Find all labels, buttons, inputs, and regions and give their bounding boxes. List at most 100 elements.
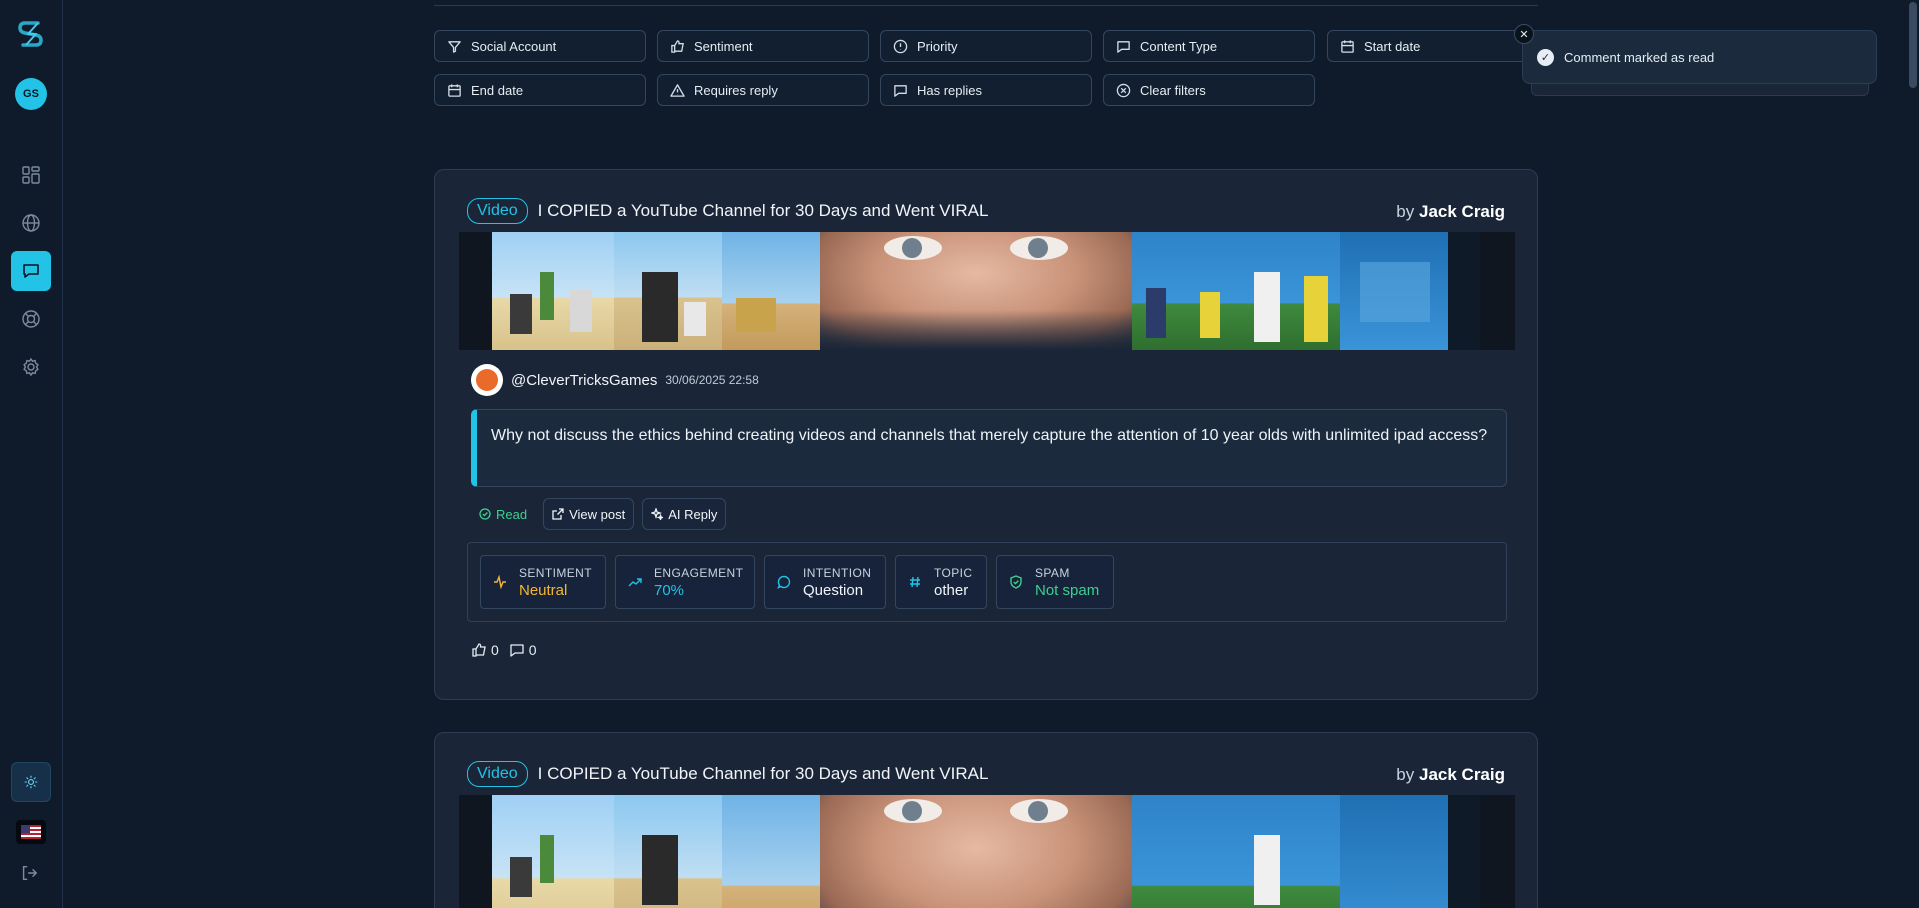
trending-up-icon — [628, 578, 642, 587]
metric-value: 70% — [654, 581, 685, 599]
stadium-scene-icon — [1340, 232, 1448, 350]
metric-label: INTENTION — [803, 565, 872, 580]
sun-icon — [24, 775, 38, 789]
message-square-icon — [894, 84, 907, 97]
calendar-icon — [1341, 39, 1354, 53]
metric-spam: SPAM Not spam — [996, 555, 1114, 609]
post-title[interactable]: I COPIED a YouTube Channel for 30 Days a… — [538, 764, 989, 784]
view-post-button[interactable]: View post — [543, 498, 635, 530]
toast-close-button[interactable]: ✕ — [1514, 24, 1534, 44]
filter-label: Clear filters — [1140, 82, 1206, 98]
filter-requires-reply[interactable]: Requires reply — [657, 74, 869, 106]
toast-message: Comment marked as read — [1564, 49, 1715, 65]
sidebar: GS — [0, 0, 63, 908]
face-thumbnail-icon — [820, 795, 1132, 908]
page-scrollbar[interactable] — [1907, 0, 1919, 908]
football-scene-icon — [1234, 795, 1340, 908]
metric-topic: TOPIC other — [895, 555, 987, 609]
football-scene-icon — [1132, 232, 1234, 350]
author-name: Jack Craig — [1419, 202, 1505, 221]
post-author: by Jack Craig — [1396, 202, 1505, 222]
message-square-icon — [510, 644, 524, 657]
globe-icon[interactable] — [11, 203, 51, 243]
metric-engagement: ENGAGEMENT 70% — [615, 555, 755, 609]
video-thumbnail[interactable] — [459, 795, 1515, 908]
content-type-badge: Video — [467, 198, 528, 224]
metric-label: SPAM — [1035, 565, 1070, 580]
filter-label: Has replies — [917, 82, 983, 98]
filter-sentiment[interactable]: Sentiment — [657, 30, 869, 62]
author-prefix: by — [1396, 202, 1415, 221]
filter-priority[interactable]: Priority — [880, 30, 1092, 62]
comment-metrics: SENTIMENT Neutral ENGAGEMENT 70% INTENTION… — [467, 542, 1507, 622]
metric-value: Not spam — [1035, 581, 1100, 599]
filter-label: Start date — [1364, 38, 1421, 54]
video-thumbnail[interactable] — [459, 232, 1515, 350]
shield-check-icon — [1010, 575, 1022, 589]
logout-icon[interactable] — [20, 864, 42, 886]
message-circle-icon — [777, 575, 791, 589]
content-type-badge: Video — [467, 761, 528, 787]
funnel-icon — [448, 40, 461, 53]
toast-notification: ✓ Comment marked as read — [1522, 30, 1877, 84]
thumbnail-edge — [1448, 232, 1480, 350]
minecraft-scene-icon — [722, 232, 820, 350]
app-logo[interactable] — [14, 17, 48, 51]
author-prefix: by — [1396, 765, 1415, 784]
filter-content-type[interactable]: Content Type — [1103, 30, 1315, 62]
face-thumbnail-icon — [820, 232, 1132, 350]
language-flag-icon[interactable] — [16, 820, 46, 844]
commenter-handle[interactable]: @CleverTricksGames — [511, 372, 657, 389]
hash-icon — [910, 576, 920, 588]
filter-social-account[interactable]: Social Account — [434, 30, 646, 62]
external-link-icon — [552, 508, 564, 520]
clear-filters-button[interactable]: Clear filters — [1103, 74, 1315, 106]
author-name: Jack Craig — [1419, 765, 1505, 784]
minecraft-scene-icon — [492, 795, 614, 908]
minecraft-scene-icon — [614, 795, 722, 908]
ai-reply-button[interactable]: AI Reply — [642, 498, 727, 530]
minecraft-scene-icon — [492, 232, 614, 350]
metric-value: Neutral — [519, 581, 568, 599]
metric-value: other — [934, 581, 969, 599]
thumbs-up-icon — [671, 39, 684, 53]
view-post-label: View post — [569, 506, 626, 522]
dashboard-icon[interactable] — [11, 155, 51, 195]
post-title[interactable]: I COPIED a YouTube Channel for 30 Days a… — [538, 201, 989, 221]
read-label: Read — [496, 506, 528, 522]
football-scene-icon — [1234, 232, 1340, 350]
activity-icon — [494, 575, 506, 589]
filter-label: End date — [471, 82, 524, 98]
scrollbar-thumb[interactable] — [1909, 2, 1917, 88]
filter-label: Sentiment — [694, 38, 753, 54]
reply-count: 0 — [528, 642, 537, 658]
comment-text: Why not discuss the ethics behind creati… — [471, 409, 1507, 487]
check-circle-icon — [479, 508, 491, 520]
minecraft-scene-icon — [614, 232, 722, 350]
metric-intention: INTENTION Question — [764, 555, 886, 609]
comment-card: Video I COPIED a YouTube Channel for 30 … — [434, 169, 1538, 700]
settings-icon[interactable] — [11, 347, 51, 387]
filter-has-replies[interactable]: Has replies — [880, 74, 1092, 106]
like-count: 0 — [491, 642, 499, 658]
top-divider — [434, 5, 1538, 6]
read-status[interactable]: Read — [471, 498, 535, 530]
comment-date: 30/06/2025 22:58 — [665, 373, 759, 387]
user-avatar[interactable]: GS — [15, 78, 47, 110]
like-counter[interactable]: 0 — [471, 642, 499, 658]
theme-toggle-button[interactable] — [11, 762, 51, 802]
comment-card: Video I COPIED a YouTube Channel for 30 … — [434, 732, 1538, 908]
commenter-avatar[interactable] — [471, 364, 503, 396]
metric-value: Question — [803, 581, 864, 599]
comments-icon[interactable] — [11, 251, 51, 291]
filter-end-date[interactable]: End date — [434, 74, 646, 106]
filter-label: Requires reply — [694, 82, 778, 98]
support-icon[interactable] — [11, 299, 51, 339]
minecraft-scene-icon — [722, 795, 820, 908]
warning-triangle-icon — [670, 83, 685, 97]
reply-counter[interactable]: 0 — [509, 642, 537, 658]
filter-start-date[interactable]: Start date — [1327, 30, 1539, 62]
filter-label: Content Type — [1140, 38, 1218, 54]
filter-label: Priority — [917, 38, 958, 54]
ai-reply-label: AI Reply — [668, 506, 718, 522]
